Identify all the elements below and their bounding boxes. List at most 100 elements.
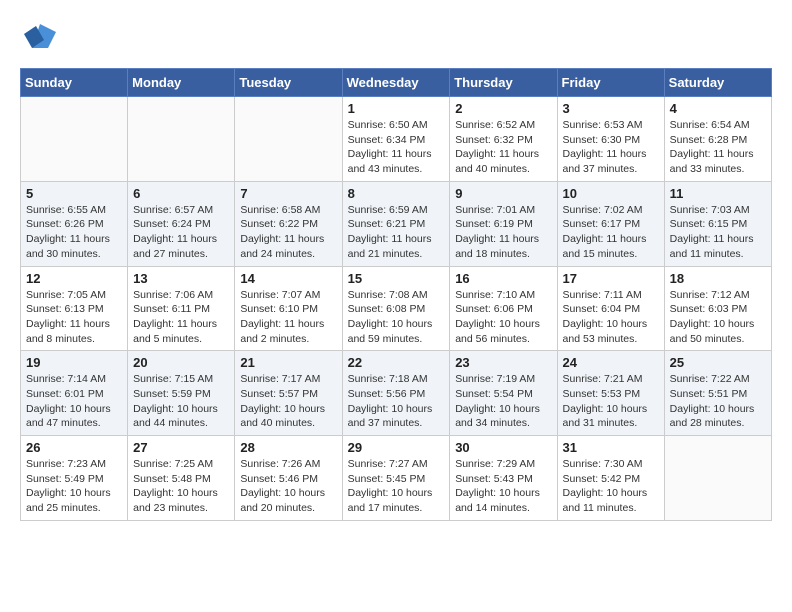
day-number: 9 (455, 186, 551, 201)
calendar-week-row: 5 Sunrise: 6:55 AM Sunset: 6:26 PM Daylig… (21, 181, 772, 266)
day-info: Sunrise: 7:19 AM Sunset: 5:54 PM Dayligh… (455, 372, 551, 431)
day-number: 2 (455, 101, 551, 116)
weekday-header: Saturday (664, 69, 771, 97)
calendar-cell: 4 Sunrise: 6:54 AM Sunset: 6:28 PM Daylig… (664, 97, 771, 182)
day-number: 19 (26, 355, 122, 370)
day-number: 16 (455, 271, 551, 286)
day-info: Sunrise: 7:06 AM Sunset: 6:11 PM Dayligh… (133, 288, 229, 347)
calendar-cell: 1 Sunrise: 6:50 AM Sunset: 6:34 PM Daylig… (342, 97, 450, 182)
day-info: Sunrise: 6:54 AM Sunset: 6:28 PM Dayligh… (670, 118, 766, 177)
day-number: 14 (240, 271, 336, 286)
day-number: 31 (563, 440, 659, 455)
day-info: Sunrise: 7:22 AM Sunset: 5:51 PM Dayligh… (670, 372, 766, 431)
weekday-header: Wednesday (342, 69, 450, 97)
calendar-cell: 21 Sunrise: 7:17 AM Sunset: 5:57 PM Dayli… (235, 351, 342, 436)
day-info: Sunrise: 7:26 AM Sunset: 5:46 PM Dayligh… (240, 457, 336, 516)
day-info: Sunrise: 7:08 AM Sunset: 6:08 PM Dayligh… (348, 288, 445, 347)
logo (20, 20, 56, 52)
calendar-cell: 19 Sunrise: 7:14 AM Sunset: 6:01 PM Dayli… (21, 351, 128, 436)
calendar-cell: 6Sunrise: 6:57 AM Sunset: 6:24 PM Daylig… (128, 181, 235, 266)
day-number: 8 (348, 186, 445, 201)
day-number: 24 (563, 355, 659, 370)
calendar-cell: 5 Sunrise: 6:55 AM Sunset: 6:26 PM Daylig… (21, 181, 128, 266)
calendar-cell: 30 Sunrise: 7:29 AM Sunset: 5:43 PM Dayli… (450, 436, 557, 521)
day-number: 21 (240, 355, 336, 370)
day-info: Sunrise: 6:52 AM Sunset: 6:32 PM Dayligh… (455, 118, 551, 177)
calendar-cell: 9 Sunrise: 7:01 AM Sunset: 6:19 PM Daylig… (450, 181, 557, 266)
day-info: Sunrise: 7:27 AM Sunset: 5:45 PM Dayligh… (348, 457, 445, 516)
day-info: Sunrise: 7:10 AM Sunset: 6:06 PM Dayligh… (455, 288, 551, 347)
day-number: 18 (670, 271, 766, 286)
day-info: Sunrise: 7:25 AM Sunset: 5:48 PM Dayligh… (133, 457, 229, 516)
calendar-table: SundayMondayTuesdayWednesdayThursdayFrid… (20, 68, 772, 521)
logo-icon (24, 20, 56, 52)
calendar-cell: 13 Sunrise: 7:06 AM Sunset: 6:11 PM Dayli… (128, 266, 235, 351)
day-number: 23 (455, 355, 551, 370)
day-number: 11 (670, 186, 766, 201)
day-info: Sunrise: 7:03 AM Sunset: 6:15 PM Dayligh… (670, 203, 766, 262)
calendar-cell: 8Sunrise: 6:59 AM Sunset: 6:21 PM Daylig… (342, 181, 450, 266)
day-info: Sunrise: 7:11 AM Sunset: 6:04 PM Dayligh… (563, 288, 659, 347)
calendar-week-row: 26 Sunrise: 7:23 AM Sunset: 5:49 PM Dayli… (21, 436, 772, 521)
day-info: Sunrise: 7:07 AM Sunset: 6:10 PM Dayligh… (240, 288, 336, 347)
day-number: 13 (133, 271, 229, 286)
weekday-header: Sunday (21, 69, 128, 97)
calendar-cell: 10Sunrise: 7:02 AM Sunset: 6:17 PM Dayli… (557, 181, 664, 266)
calendar-cell: 12 Sunrise: 7:05 AM Sunset: 6:13 PM Dayli… (21, 266, 128, 351)
day-info: Sunrise: 6:55 AM Sunset: 6:26 PM Dayligh… (26, 203, 122, 262)
calendar-cell: 29 Sunrise: 7:27 AM Sunset: 5:45 PM Dayli… (342, 436, 450, 521)
calendar-cell: 7 Sunrise: 6:58 AM Sunset: 6:22 PM Daylig… (235, 181, 342, 266)
day-number: 26 (26, 440, 122, 455)
day-info: Sunrise: 7:30 AM Sunset: 5:42 PM Dayligh… (563, 457, 659, 516)
calendar-week-row: 1 Sunrise: 6:50 AM Sunset: 6:34 PM Daylig… (21, 97, 772, 182)
day-number: 22 (348, 355, 445, 370)
day-info: Sunrise: 7:23 AM Sunset: 5:49 PM Dayligh… (26, 457, 122, 516)
day-info: Sunrise: 7:14 AM Sunset: 6:01 PM Dayligh… (26, 372, 122, 431)
calendar-week-row: 12 Sunrise: 7:05 AM Sunset: 6:13 PM Dayli… (21, 266, 772, 351)
calendar-cell (128, 97, 235, 182)
calendar-cell: 24 Sunrise: 7:21 AM Sunset: 5:53 PM Dayli… (557, 351, 664, 436)
weekday-header: Friday (557, 69, 664, 97)
day-number: 25 (670, 355, 766, 370)
calendar-cell: 27 Sunrise: 7:25 AM Sunset: 5:48 PM Dayli… (128, 436, 235, 521)
calendar-cell: 20 Sunrise: 7:15 AM Sunset: 5:59 PM Dayli… (128, 351, 235, 436)
calendar-cell: 14 Sunrise: 7:07 AM Sunset: 6:10 PM Dayli… (235, 266, 342, 351)
day-info: Sunrise: 7:01 AM Sunset: 6:19 PM Dayligh… (455, 203, 551, 262)
weekday-header: Monday (128, 69, 235, 97)
calendar-cell: 11 Sunrise: 7:03 AM Sunset: 6:15 PM Dayli… (664, 181, 771, 266)
calendar-week-row: 19 Sunrise: 7:14 AM Sunset: 6:01 PM Dayli… (21, 351, 772, 436)
day-info: Sunrise: 7:17 AM Sunset: 5:57 PM Dayligh… (240, 372, 336, 431)
weekday-header-row: SundayMondayTuesdayWednesdayThursdayFrid… (21, 69, 772, 97)
day-number: 1 (348, 101, 445, 116)
day-number: 12 (26, 271, 122, 286)
day-number: 7 (240, 186, 336, 201)
calendar-cell: 15 Sunrise: 7:08 AM Sunset: 6:08 PM Dayli… (342, 266, 450, 351)
calendar-cell: 16 Sunrise: 7:10 AM Sunset: 6:06 PM Dayli… (450, 266, 557, 351)
day-info: Sunrise: 6:57 AM Sunset: 6:24 PM Dayligh… (133, 203, 229, 262)
day-number: 27 (133, 440, 229, 455)
day-number: 4 (670, 101, 766, 116)
day-info: Sunrise: 7:21 AM Sunset: 5:53 PM Dayligh… (563, 372, 659, 431)
calendar-cell: 17 Sunrise: 7:11 AM Sunset: 6:04 PM Dayli… (557, 266, 664, 351)
day-info: Sunrise: 7:29 AM Sunset: 5:43 PM Dayligh… (455, 457, 551, 516)
day-number: 5 (26, 186, 122, 201)
calendar-cell (664, 436, 771, 521)
day-number: 29 (348, 440, 445, 455)
day-info: Sunrise: 6:50 AM Sunset: 6:34 PM Dayligh… (348, 118, 445, 177)
calendar-cell: 23 Sunrise: 7:19 AM Sunset: 5:54 PM Dayli… (450, 351, 557, 436)
calendar-cell: 3Sunrise: 6:53 AM Sunset: 6:30 PM Daylig… (557, 97, 664, 182)
day-number: 10 (563, 186, 659, 201)
day-number: 15 (348, 271, 445, 286)
calendar-cell: 2 Sunrise: 6:52 AM Sunset: 6:32 PM Daylig… (450, 97, 557, 182)
calendar-cell: 22Sunrise: 7:18 AM Sunset: 5:56 PM Dayli… (342, 351, 450, 436)
day-number: 17 (563, 271, 659, 286)
day-number: 30 (455, 440, 551, 455)
day-info: Sunrise: 6:58 AM Sunset: 6:22 PM Dayligh… (240, 203, 336, 262)
calendar-cell: 31 Sunrise: 7:30 AM Sunset: 5:42 PM Dayli… (557, 436, 664, 521)
day-info: Sunrise: 7:15 AM Sunset: 5:59 PM Dayligh… (133, 372, 229, 431)
day-number: 20 (133, 355, 229, 370)
day-info: Sunrise: 7:05 AM Sunset: 6:13 PM Dayligh… (26, 288, 122, 347)
day-number: 3 (563, 101, 659, 116)
calendar-cell (21, 97, 128, 182)
page-header (20, 20, 772, 52)
